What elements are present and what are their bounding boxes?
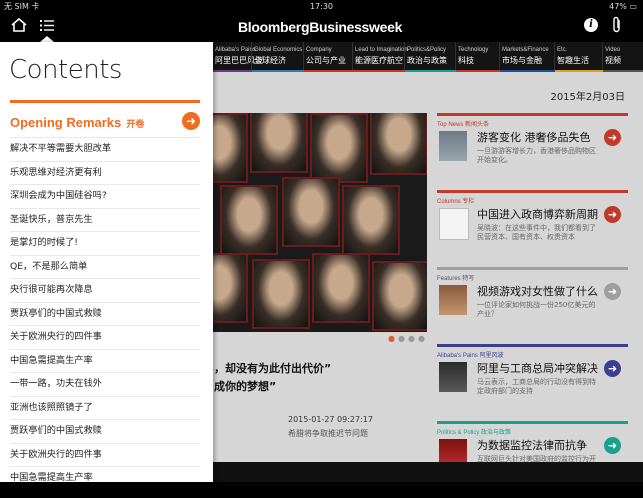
panel-title: Contents [9, 55, 122, 85]
story-title: 为数据监控法律而抗争 [477, 439, 587, 452]
category-tab[interactable]: Lead to Imagination 能源医疗航空 [352, 42, 408, 72]
story-summary: 一位评论家如何挑战一份250亿美元的产业？ [477, 301, 596, 318]
brand-logo: BloombergBusinessweek [238, 19, 403, 35]
list-item[interactable]: 中国急需提高生产率 [10, 348, 200, 373]
arrow-right-icon[interactable]: ➜ [604, 206, 621, 223]
list-item[interactable]: 贾跃亭们的中国式救赎 [10, 419, 200, 443]
contents-panel: Contents Opening Remarks 开卷 ➜ 解决不平等需要大胆改… [0, 42, 213, 482]
list-item[interactable]: 圣诞快乐，普京先生 [10, 207, 200, 232]
story-summary: 马云表示，工商总局的行动没有得到特定政府部门的支持 [477, 378, 596, 395]
clock: 17:30 [309, 2, 334, 11]
arrow-right-icon[interactable]: ➜ [604, 129, 621, 146]
story-title: 游客变化 港奢侈品失色 [477, 131, 591, 144]
list-item[interactable]: 深圳会成为中国硅谷吗? [10, 184, 200, 208]
story-summary: 吴晓波：在这些事件中，我们都看到了民营资本、国有资本、权贵资本 [477, 224, 596, 241]
arrow-right-icon[interactable]: ➜ [604, 437, 621, 454]
category-tab[interactable]: Technology 科技 [455, 42, 500, 72]
paperclip-icon[interactable] [612, 16, 622, 34]
home-icon[interactable] [11, 18, 27, 32]
story-thumbnail [439, 285, 467, 315]
category-tab[interactable]: Company 公司与产业 [303, 42, 353, 72]
section-header[interactable]: Opening Remarks 开卷 ➜ [10, 112, 200, 134]
list-item[interactable]: 乐观思维对经济更有利 [10, 160, 200, 185]
hero-meta: 2015-01-27 09:27:17 希腊将争取推迟节问题 [288, 415, 373, 438]
hero-image[interactable] [190, 113, 427, 332]
list-item[interactable]: 是掌灯的时候了! [10, 231, 200, 255]
status-bar: 无 SIM 卡 17:30 47% ▭ [0, 0, 643, 14]
arrow-right-icon[interactable]: ➜ [604, 283, 621, 300]
hero-headline[interactable]: ，却没有为此付出代价” 成你的梦想” [214, 360, 331, 396]
list-icon[interactable] [40, 20, 54, 31]
issue-date: 2015年2月03日 [550, 92, 625, 103]
category-tab[interactable]: Alibaba's Pains 阿里巴巴风波 [212, 42, 263, 72]
category-tab[interactable]: Global Economics 全球经济 [251, 42, 304, 72]
battery-label: 47% ▭ [609, 2, 637, 11]
story-card[interactable]: Features 特写 视频游戏对女性做了什么 一位评论家如何挑战一份250亿美… [437, 267, 628, 344]
story-card[interactable]: Alibaba's Pains 阿里风波 阿里与工商总局冲突解决 马云表示，工商… [437, 344, 628, 421]
list-item[interactable]: 关于欧洲央行的四件事 [10, 325, 200, 349]
category-tab[interactable]: Video 视频 [602, 42, 643, 72]
list-item[interactable]: 关于欧洲央行的四件事 [10, 442, 200, 467]
list-item[interactable]: 解决不平等需要大胆改革 [10, 137, 200, 161]
list-item[interactable]: 中国急需提高生产率 [10, 466, 200, 482]
category-tab[interactable]: Etc. 智趣生活 [554, 42, 603, 72]
category-tab[interactable]: Politics&Policy 政治与政策 [404, 42, 456, 72]
story-thumbnail [439, 362, 467, 392]
story-summary: 一旦游游客增长力，香港奢侈品购物区开始变化。 [477, 147, 596, 164]
story-title: 中国进入政商博弈新周期 [477, 208, 598, 221]
carousel-dots[interactable]: ●●●● [388, 334, 428, 343]
list-item[interactable]: 亚洲也该照照镜子了 [10, 395, 200, 420]
story-title: 阿里与工商总局冲突解决 [477, 362, 598, 375]
arrow-right-icon[interactable]: ➜ [182, 112, 200, 130]
story-thumbnail [439, 131, 467, 161]
contents-list: 解决不平等需要大胆改革 乐观思维对经济更有利 深圳会成为中国硅谷吗? 圣诞快乐，… [10, 137, 200, 482]
list-item[interactable]: 央行很可能再次降息 [10, 278, 200, 302]
arrow-right-icon[interactable]: ➜ [604, 360, 621, 377]
category-tab[interactable]: Markets&Finance 市场与金融 [499, 42, 555, 72]
story-card[interactable]: Top News 新闻头条 游客变化 港奢侈品失色 一旦游游客增长力，香港奢侈品… [437, 113, 628, 190]
story-thumbnail [439, 208, 469, 240]
story-card[interactable]: Politics & Policy 政治与政策 为数据监控法律而抗争 互联网巨头… [437, 421, 628, 498]
list-item[interactable]: 贾跃亭们的中国式救赎 [10, 301, 200, 326]
divider [10, 100, 200, 103]
side-stories: Top News 新闻头条 游客变化 港奢侈品失色 一旦游游客增长力，香港奢侈品… [437, 113, 628, 498]
list-item[interactable]: 一带一路，功夫在钱外 [10, 372, 200, 396]
list-item[interactable]: QE，不是那么简单 [10, 254, 200, 279]
app-header: BloombergBusinessweek [0, 14, 643, 42]
info-icon[interactable]: i [584, 18, 598, 32]
story-card[interactable]: Columns 专栏 中国进入政商博弈新周期 吴晓波：在这些事件中，我们都看到了… [437, 190, 628, 267]
story-title: 视频游戏对女性做了什么 [477, 285, 598, 298]
